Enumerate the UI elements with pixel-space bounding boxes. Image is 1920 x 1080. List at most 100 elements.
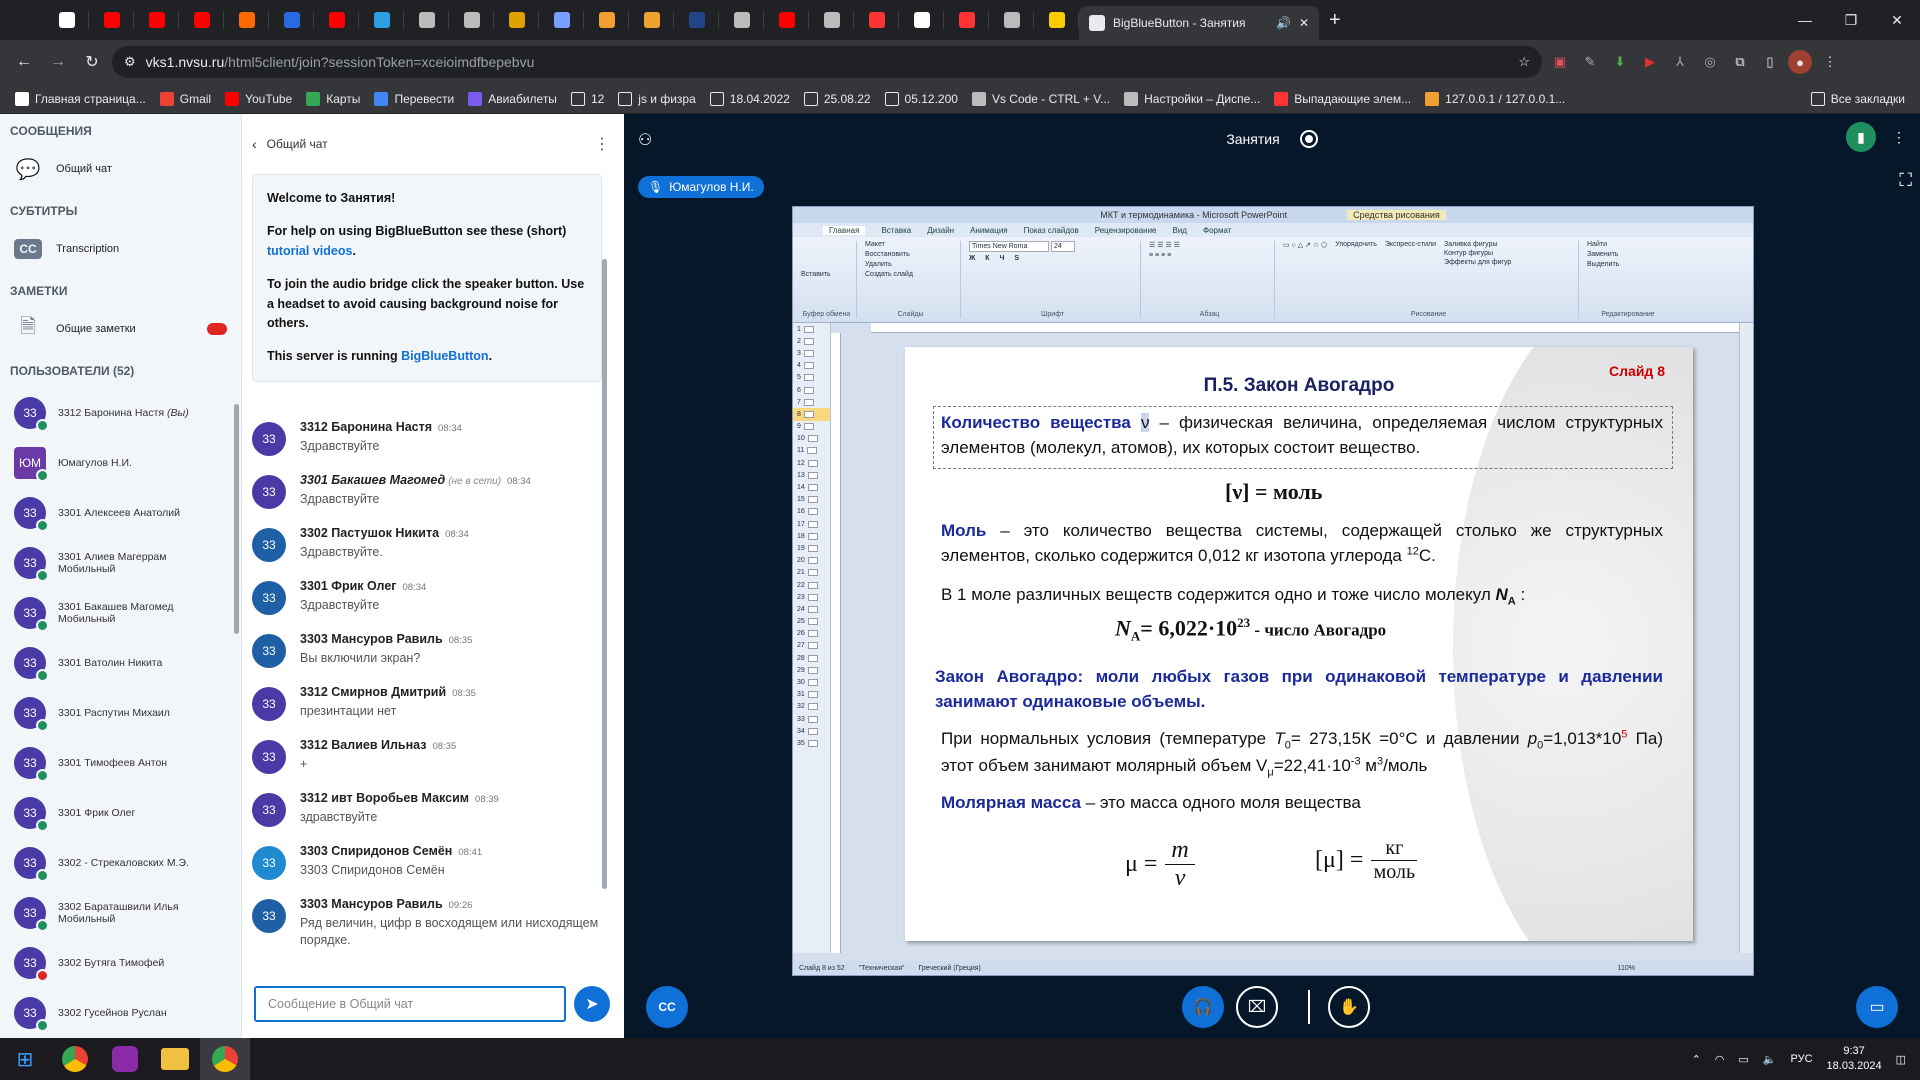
shape-outline-button[interactable]: Контур фигуры bbox=[1444, 250, 1511, 257]
restore-button[interactable]: ❐ bbox=[1828, 0, 1874, 40]
pinned-tab[interactable] bbox=[629, 0, 674, 40]
audio-playing-icon[interactable]: 🔊 bbox=[1276, 16, 1291, 30]
pinned-tab[interactable] bbox=[719, 0, 764, 40]
raise-hand-button[interactable]: ✋ bbox=[1328, 986, 1370, 1028]
slide-thumbnail[interactable]: 19 bbox=[793, 542, 830, 554]
connection-status-icon[interactable]: ▮ bbox=[1846, 122, 1876, 152]
taskbar-app[interactable] bbox=[100, 1038, 150, 1080]
tutorial-link[interactable]: tutorial videos bbox=[267, 244, 352, 258]
captions-button[interactable]: CC bbox=[646, 986, 688, 1028]
select-button[interactable]: Выделить bbox=[1587, 261, 1669, 268]
slide-thumbnail[interactable]: 6 bbox=[793, 384, 830, 396]
slide-thumbnail[interactable]: 25 bbox=[793, 616, 830, 628]
chat-message-input[interactable]: Сообщение в Общий чат bbox=[254, 986, 566, 1022]
format-buttons[interactable]: Ж К Ч S bbox=[969, 255, 1136, 262]
user-list-item[interactable]: 33 3301 Тимофеев Антон bbox=[0, 738, 241, 788]
ribbon-tab[interactable]: Вид bbox=[1173, 226, 1187, 235]
pinned-tab[interactable] bbox=[989, 0, 1034, 40]
presentation-toggle-button[interactable]: ▭ bbox=[1856, 986, 1898, 1028]
extension-icon[interactable]: ✎ bbox=[1578, 50, 1602, 74]
start-button[interactable]: ⊞ bbox=[0, 1038, 50, 1080]
extension-icon[interactable]: ◎ bbox=[1698, 50, 1722, 74]
bookmark-item[interactable]: Gmail bbox=[153, 87, 218, 111]
user-list-scrollbar[interactable] bbox=[234, 404, 239, 634]
bookmark-item[interactable]: Перевести bbox=[367, 87, 461, 111]
input-language[interactable]: РУС bbox=[1791, 1053, 1813, 1065]
toggle-userlist-icon[interactable]: ⚇ bbox=[638, 130, 652, 150]
active-tab[interactable]: BigBlueButton - Занятия 🔊 ✕ bbox=[1079, 6, 1319, 40]
bookmark-item[interactable]: 18.04.2022 bbox=[703, 87, 797, 111]
taskbar-app-active[interactable] bbox=[200, 1038, 250, 1080]
battery-icon[interactable]: ▭ bbox=[1738, 1053, 1748, 1066]
slide-thumbnail[interactable]: 7 bbox=[793, 396, 830, 408]
new-slide-button[interactable]: Создать слайд bbox=[865, 271, 956, 278]
pinned-tab[interactable] bbox=[179, 0, 224, 40]
volume-icon[interactable]: 🔈 bbox=[1763, 1053, 1777, 1066]
pinned-tab[interactable] bbox=[1034, 0, 1079, 40]
slide-thumbnail[interactable]: 28 bbox=[793, 652, 830, 664]
user-list-item[interactable]: 33 3301 Алиев Магеррам Мобильный bbox=[0, 538, 241, 588]
slide-thumbnail[interactable]: 34 bbox=[793, 725, 830, 737]
send-button[interactable]: ➤ bbox=[574, 986, 610, 1022]
slide-thumbnail[interactable]: 14 bbox=[793, 481, 830, 493]
pinned-tab[interactable] bbox=[359, 0, 404, 40]
bookmark-item[interactable]: Главная страница... bbox=[8, 87, 153, 111]
pinned-tab[interactable] bbox=[224, 0, 269, 40]
extension-icon[interactable]: ⅄ bbox=[1668, 50, 1692, 74]
close-window-button[interactable]: ✕ bbox=[1874, 0, 1920, 40]
pinned-tab[interactable] bbox=[89, 0, 134, 40]
forward-button[interactable]: → bbox=[44, 48, 72, 76]
slide-thumbnail[interactable]: 26 bbox=[793, 628, 830, 640]
bookmark-item[interactable]: Настройки – Диспе... bbox=[1117, 87, 1267, 111]
pinned-tab[interactable] bbox=[809, 0, 854, 40]
taskbar-app[interactable] bbox=[150, 1038, 200, 1080]
audio-button[interactable]: 🎧 bbox=[1182, 986, 1224, 1028]
slide-thumbnail[interactable]: 4 bbox=[793, 360, 830, 372]
slide-thumbnail[interactable]: 30 bbox=[793, 676, 830, 688]
pinned-tab[interactable] bbox=[764, 0, 809, 40]
bookmark-item[interactable]: 05.12.200 bbox=[878, 87, 965, 111]
user-list-item[interactable]: 33 3302 Бараташвили Илья Мобильный bbox=[0, 888, 241, 938]
bookmark-item[interactable]: Выпадающие элем... bbox=[1267, 87, 1418, 111]
ribbon-tab[interactable]: Анимация bbox=[970, 226, 1008, 235]
bookmark-item[interactable]: YouTube bbox=[218, 87, 299, 111]
bookmark-item[interactable]: Vs Code - CTRL + V... bbox=[965, 87, 1117, 111]
ribbon-tab[interactable]: Показ слайдов bbox=[1024, 226, 1079, 235]
chat-scrollbar[interactable] bbox=[602, 259, 607, 889]
pinned-tab[interactable] bbox=[944, 0, 989, 40]
tab-close-icon[interactable]: ✕ bbox=[1299, 16, 1309, 30]
taskbar-app[interactable] bbox=[50, 1038, 100, 1080]
pinned-tab[interactable] bbox=[314, 0, 359, 40]
tray-chevron-icon[interactable]: ⌃ bbox=[1692, 1053, 1701, 1066]
extension-icon[interactable]: ⬇ bbox=[1608, 50, 1632, 74]
back-button[interactable]: ← bbox=[10, 48, 38, 76]
clock[interactable]: 9:37 18.03.2024 bbox=[1827, 1044, 1882, 1074]
minimize-button[interactable]: — bbox=[1782, 0, 1828, 40]
ribbon-tab[interactable]: Главная bbox=[823, 225, 866, 235]
replace-button[interactable]: Заменить bbox=[1587, 251, 1669, 258]
ppt-vertical-scrollbar[interactable] bbox=[1739, 323, 1753, 953]
side-panel-icon[interactable]: ▯ bbox=[1758, 50, 1782, 74]
pinned-tab[interactable] bbox=[404, 0, 449, 40]
bookmark-item[interactable]: Авиабилеты bbox=[461, 87, 564, 111]
slide-thumbnail[interactable]: 12 bbox=[793, 457, 830, 469]
chat-options-icon[interactable]: ⋮ bbox=[594, 134, 610, 154]
chevron-left-icon[interactable]: ‹ bbox=[252, 136, 257, 152]
extension-icon[interactable]: ▣ bbox=[1548, 50, 1572, 74]
slide-thumbnail[interactable]: 15 bbox=[793, 494, 830, 506]
bookmark-item[interactable]: Карты bbox=[299, 87, 367, 111]
slide-thumbnail[interactable]: 22 bbox=[793, 579, 830, 591]
user-list-item[interactable]: 33 3302 - Стрекаловских М.Э. bbox=[0, 838, 241, 888]
pinned-tab[interactable] bbox=[449, 0, 494, 40]
user-list-item[interactable]: 33 3301 Ватолин Никита bbox=[0, 638, 241, 688]
omnibox[interactable]: ⚙ vks1.nvsu.ru/html5client/join?sessionT… bbox=[112, 46, 1542, 78]
slide-thumbnail[interactable]: 10 bbox=[793, 433, 830, 445]
pinned-tab[interactable] bbox=[494, 0, 539, 40]
user-list-item[interactable]: 33 3301 Алексеев Анатолий bbox=[0, 488, 241, 538]
public-chat-item[interactable]: 💬 Общий чат bbox=[0, 148, 241, 190]
site-info-icon[interactable]: ⚙ bbox=[124, 54, 136, 70]
slide-thumbnail[interactable]: 16 bbox=[793, 506, 830, 518]
slide-thumbnail[interactable]: 5 bbox=[793, 372, 830, 384]
pinned-tab[interactable] bbox=[134, 0, 179, 40]
slide-thumbnail[interactable]: 13 bbox=[793, 469, 830, 481]
